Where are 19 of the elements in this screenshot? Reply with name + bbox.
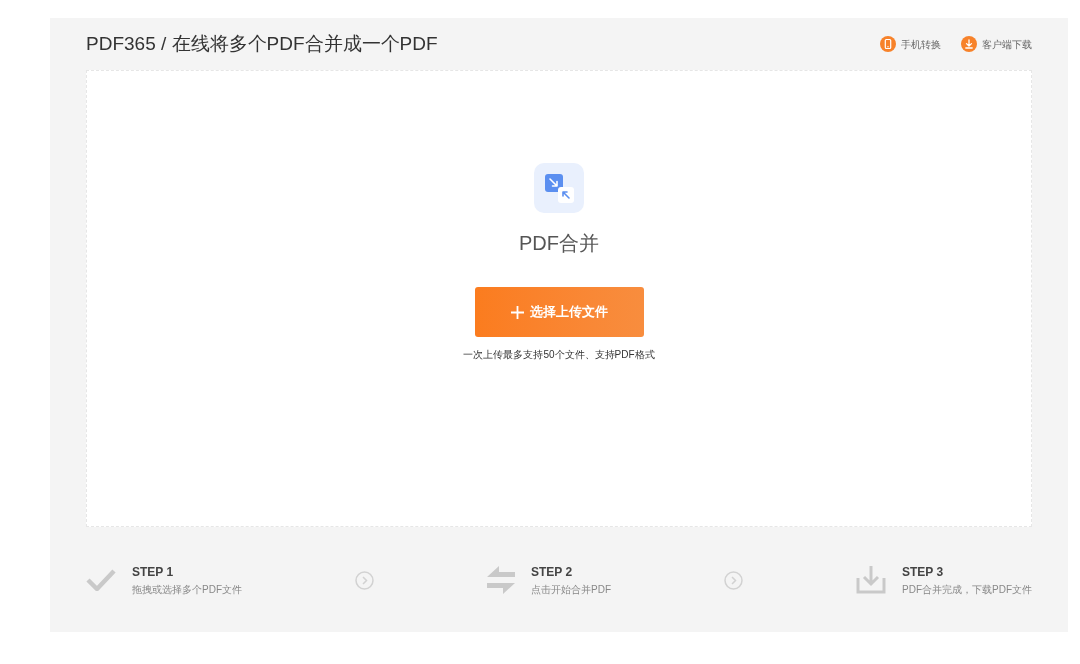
step-description: PDF合并完成，下载PDF文件 — [902, 582, 1032, 597]
check-icon — [86, 569, 116, 591]
step-title: STEP 1 — [132, 563, 175, 580]
swap-arrows-icon — [487, 565, 515, 595]
page-title: PDF365 / 在线将多个PDF合并成一个PDF — [86, 32, 438, 56]
download-tray-icon — [856, 566, 886, 594]
plus-icon — [510, 305, 524, 319]
step-title: STEP 2 — [531, 563, 574, 580]
step-description: 拖拽或选择多个PDF文件 — [132, 582, 242, 597]
upload-title: PDF合并 — [519, 231, 599, 256]
upload-note: 一次上传最多支持50个文件、支持PDF格式 — [463, 348, 655, 362]
phone-icon — [880, 36, 896, 52]
step-title: STEP 3 — [902, 563, 945, 580]
header-link[interactable]: 手机转换 — [880, 36, 941, 52]
upload-area[interactable]: PDF合并 选择上传文件 一次上传最多支持50个文件、支持PDF格式 — [86, 70, 1032, 527]
merge-files-icon — [534, 163, 584, 213]
step-description: 点击开始合并PDF — [531, 582, 611, 597]
download-icon — [961, 36, 977, 52]
header-link[interactable]: 客户端下载 — [961, 36, 1032, 52]
